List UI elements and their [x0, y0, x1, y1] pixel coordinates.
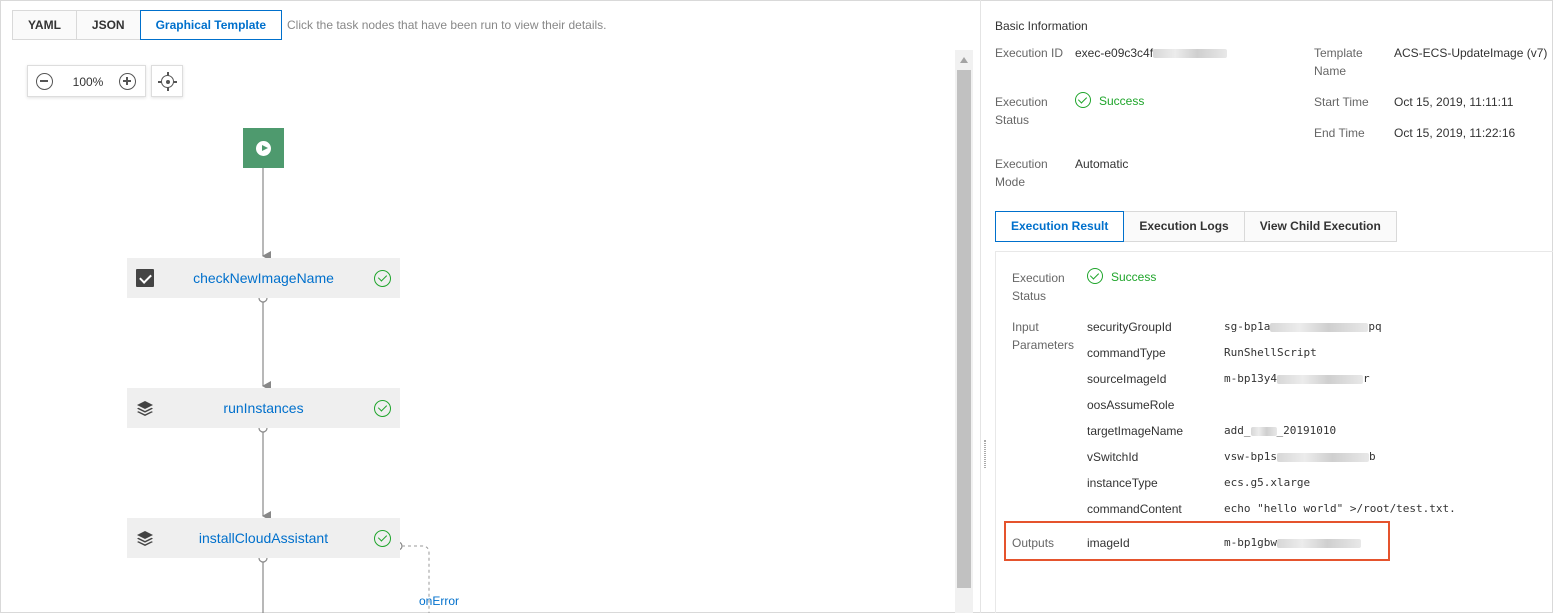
panel-splitter[interactable] [980, 0, 988, 613]
redacted-blur [1276, 452, 1369, 462]
param-value: vsw-bp1s b [1224, 450, 1376, 463]
success-check-icon [374, 270, 391, 287]
task-node-install-cloud-assistant[interactable]: installCloudAssistant [127, 518, 400, 558]
start-time-value: Oct 15, 2019, 11:11:11 [1394, 95, 1514, 109]
param-name: vSwitchId [1087, 450, 1139, 464]
redacted-blur [1270, 322, 1369, 332]
execution-id-label: Execution ID [995, 46, 1064, 60]
param-value: add_ _20191010 [1224, 424, 1337, 437]
success-check-icon [1075, 92, 1091, 108]
scroll-up-icon[interactable] [960, 57, 968, 63]
task-name: runInstances [223, 400, 304, 416]
param-name: instanceType [1087, 476, 1158, 490]
drag-handle-icon[interactable] [984, 440, 986, 468]
execution-status-label: Execution Status [995, 95, 1048, 127]
success-check-icon [374, 400, 391, 417]
tab-view-child-execution[interactable]: View Child Execution [1243, 211, 1397, 242]
template-name-label: Template Name [1314, 46, 1363, 78]
layers-icon [137, 531, 153, 546]
task-name: checkNewImageName [193, 270, 334, 286]
graph-panel: YAML JSON Graphical Template Click the t… [0, 0, 980, 613]
vertical-scrollbar[interactable] [955, 50, 973, 613]
param-name: securityGroupId [1087, 320, 1172, 334]
success-check-icon [1087, 268, 1103, 284]
input-parameters-label: Input Parameters [1012, 320, 1075, 352]
param-value: echo "hello world" >/root/test.txt. [1224, 502, 1456, 515]
play-icon [256, 141, 271, 156]
param-value: sg-bp1a pq [1224, 320, 1382, 333]
param-value: ecs.g5.xlarge [1224, 476, 1311, 489]
end-time-label: End Time [1314, 126, 1365, 140]
param-name: commandContent [1087, 502, 1182, 516]
param-name: commandType [1087, 346, 1166, 360]
start-time-label: Start Time [1314, 95, 1369, 109]
on-error-label: onError [419, 594, 460, 608]
result-status-value: Success [1087, 268, 1156, 286]
result-status-label: Execution Status [1012, 271, 1065, 303]
basic-info-title: Basic Information [995, 19, 1088, 33]
tab-execution-logs[interactable]: Execution Logs [1123, 211, 1245, 242]
redacted-blur [1250, 426, 1277, 436]
end-time-value: Oct 15, 2019, 11:22:16 [1394, 126, 1516, 140]
tab-graphical-template[interactable]: Graphical Template [139, 10, 283, 40]
checkbox-icon [136, 269, 154, 287]
execution-id-value: exec-e09c3c4f [1075, 44, 1228, 62]
template-name-value: ACS-ECS-UpdateImage (v7) [1394, 46, 1548, 60]
redacted-blur [1276, 374, 1363, 384]
param-name: sourceImageId [1087, 372, 1167, 386]
layers-icon [137, 401, 153, 416]
param-value: m-bp13y4 r [1224, 372, 1370, 385]
scrollbar-thumb[interactable] [957, 70, 971, 588]
task-name: installCloudAssistant [198, 530, 329, 546]
param-name: targetImageName [1087, 424, 1184, 438]
execution-mode-label: Execution Mode [995, 157, 1048, 189]
redacted-blur [1153, 49, 1228, 59]
param-name: oosAssumeRole [1087, 398, 1175, 412]
tab-execution-result[interactable]: Execution Result [995, 211, 1125, 242]
task-node-run-instances[interactable]: runInstances [127, 388, 400, 428]
execution-mode-value: Automatic [1075, 157, 1129, 171]
outputs-highlight-box [1004, 521, 1390, 561]
execution-status-value: Success [1075, 92, 1144, 110]
success-check-icon [374, 530, 391, 547]
param-value: RunShellScript [1224, 346, 1317, 359]
task-node-check-new-image-name[interactable]: checkNewImageName [127, 258, 400, 298]
start-node[interactable] [243, 128, 284, 168]
result-tabs: Execution Result Execution Logs View Chi… [995, 211, 1397, 242]
